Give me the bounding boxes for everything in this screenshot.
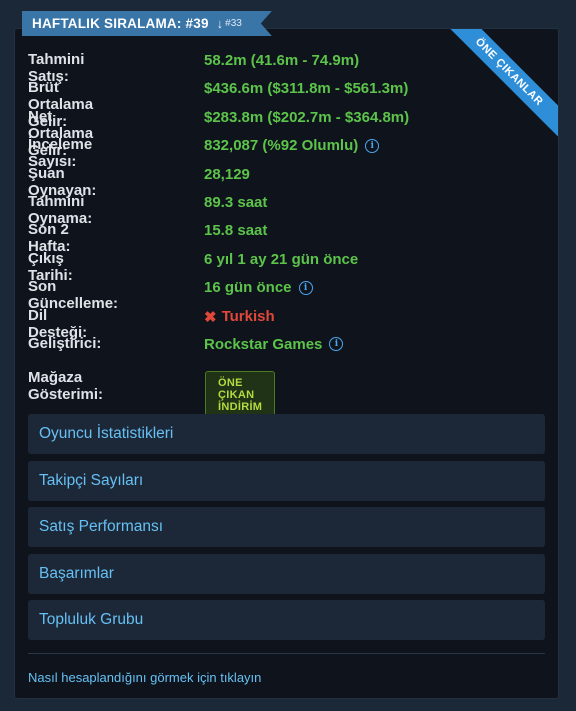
info-icon[interactable]: i: [365, 138, 380, 153]
menu-item-community-group[interactable]: Topluluk Grubu: [28, 600, 545, 641]
previous-rank: #33: [225, 18, 242, 29]
stat-value: 15.8 saat: [204, 222, 268, 240]
stat-value: 89.3 saat: [204, 193, 268, 211]
menu-item-sales-performance[interactable]: Satış Performansı: [28, 507, 545, 548]
menu-item-achievements[interactable]: Başarımlar: [28, 553, 545, 594]
stat-label: Geliştirici:: [28, 334, 102, 352]
info-icon[interactable]: i: [329, 337, 344, 352]
featured-discount-badge: ÖNE ÇIKAN İNDİRİM: [205, 371, 276, 420]
stat-value: 6 yıl 1 ay 21 gün önce: [204, 250, 359, 268]
weekly-rank-title: HAFTALIK SIRALAMA: #39: [32, 16, 209, 31]
stat-value-wrapper: 16 gün önce i: [204, 279, 313, 296]
stat-label: Mağaza Gösterimi:: [28, 369, 104, 404]
x-icon: ✖: [204, 308, 217, 326]
menu-item-follower-counts[interactable]: Takipçi Sayıları: [28, 460, 545, 501]
menu-item-player-stats[interactable]: Oyuncu İstatistikleri: [28, 414, 545, 454]
stat-value: 16 gün önce: [204, 279, 292, 297]
info-icon[interactable]: i: [298, 280, 313, 295]
stat-value: 832,087 (%92 Olumlu): [204, 137, 359, 155]
stat-value: Turkish: [221, 308, 275, 326]
stat-value: $436.6m ($311.8m - $561.3m): [204, 80, 409, 98]
developer-link[interactable]: Rockstar Games: [204, 336, 322, 353]
stat-value-wrapper: ✖ Turkish: [204, 308, 275, 326]
divider: [28, 653, 545, 654]
stat-value-wrapper: Rockstar Games i: [204, 336, 344, 353]
stat-value-wrapper: 832,087 (%92 Olumlu) i: [204, 137, 380, 155]
stat-value: 28,129: [204, 165, 250, 183]
weekly-rank-tab: HAFTALIK SIRALAMA: #39 ↓ #33: [22, 11, 272, 36]
detail-menu: Oyuncu İstatistikleri Takipçi Sayıları S…: [28, 414, 545, 647]
rank-down-arrow-icon: ↓: [216, 16, 224, 31]
calculation-info-link[interactable]: Nasıl hesaplandığını görmek için tıklayı…: [28, 670, 261, 685]
stats-panel: ÖNE ÇIKANLAR Tahmini Satış: 58.2m (41.6m…: [14, 28, 559, 699]
featured-ribbon: ÖNE ÇIKANLAR: [441, 29, 558, 140]
stat-value: $283.8m ($202.7m - $364.8m): [204, 108, 410, 126]
stat-value: 58.2m (41.6m - 74.9m): [204, 52, 360, 69]
